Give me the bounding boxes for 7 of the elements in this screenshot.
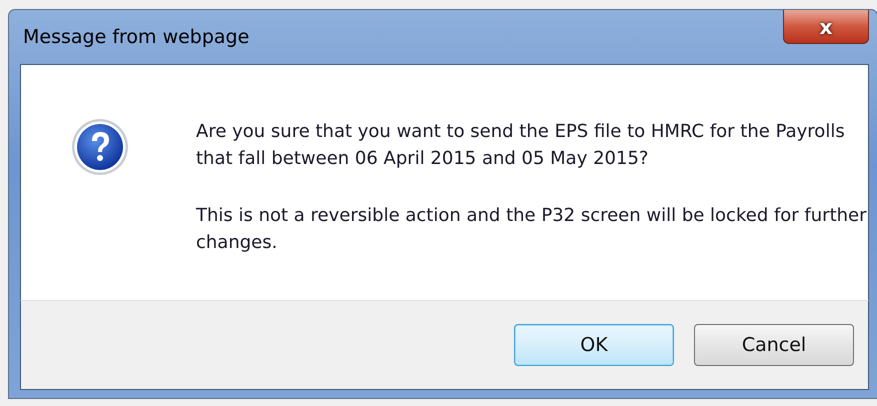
window-title: Message from webpage	[23, 26, 250, 48]
question-icon	[71, 118, 129, 176]
message-text: Are you sure that you want to send the EPS file to HMRC for the Payrolls that fall between 06 April 2015 and 05 May 2015?	[196, 120, 846, 171]
dialog-button[interactable]: OK	[514, 324, 674, 366]
message-text: This is not a reversible action and the P32 screen will be locked for further changes.	[196, 204, 868, 255]
close-button[interactable]: x	[783, 10, 869, 44]
dialog-button[interactable]: Cancel	[694, 324, 854, 366]
